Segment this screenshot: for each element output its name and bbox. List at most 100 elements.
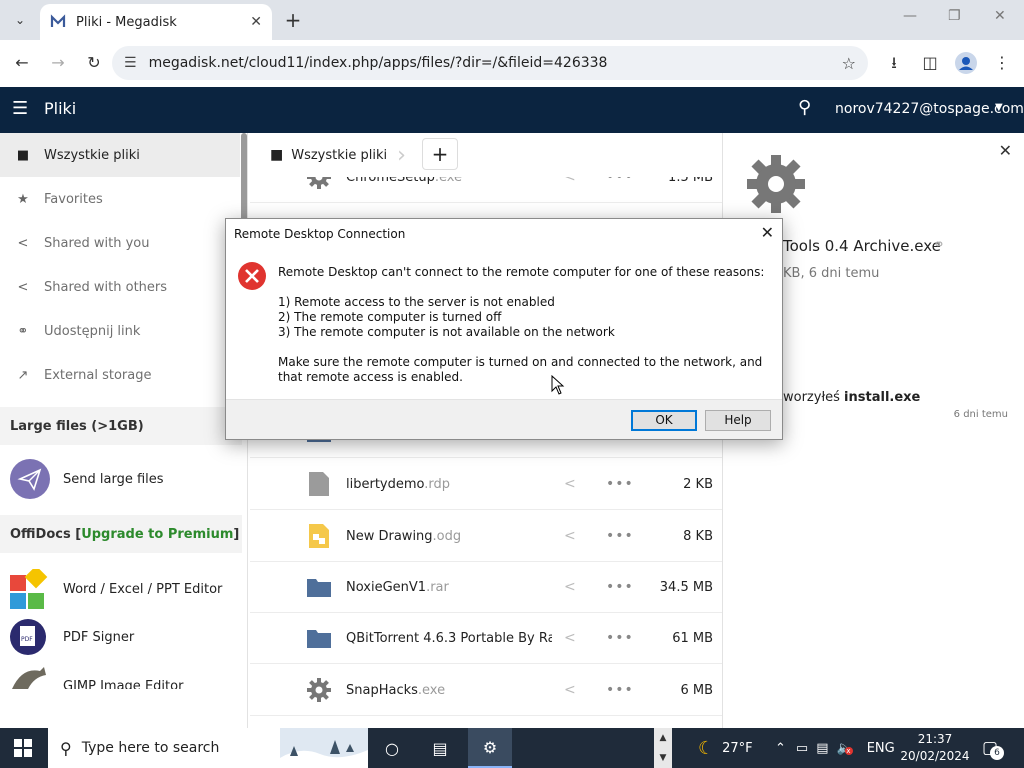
browser-menu-icon[interactable]: ⋮ [990,51,1014,75]
share-icon[interactable]: < [564,682,576,698]
upgrade-premium-link[interactable]: Upgrade to Premium [81,527,233,542]
network-icon[interactable]: ▤ [816,741,828,756]
notification-center[interactable]: ▢ 6 [982,728,1004,768]
site-info-icon[interactable]: ☰ [124,55,137,71]
dialog-intro: Remote Desktop can't connect to the remo… [278,265,765,279]
sidebar-item-label: Favorites [44,191,103,207]
share-icon[interactable]: < [564,630,576,646]
tab-close-icon[interactable]: ✕ [250,14,262,30]
window-close-icon[interactable]: ✕ [994,8,1006,32]
language-indicator[interactable]: ENG [867,741,895,756]
dialog-reasons: 1) Remote access to the server is not en… [278,295,774,340]
table-row[interactable]: libertydemo.rdp < ••• 2 KB [250,459,722,510]
meet-now-icon[interactable]: ▭ [796,741,808,756]
user-caret-icon[interactable]: ▼ [995,102,1003,113]
table-row[interactable]: New Drawing.odg < ••• 8 KB [250,511,722,562]
details-file-name: Tools 0.4 Archive.exe [783,237,941,255]
table-row[interactable]: SnapHacks.exe < ••• 6 MB [250,665,722,716]
large-files-header: Large files (>1GB) [0,407,242,445]
search-icon: ⚲ [60,738,72,758]
tab-title: Pliki - Megadisk [76,14,177,30]
new-tab-button[interactable]: + [282,8,304,32]
sidebar-item-label: Shared with you [44,235,150,251]
hamburger-menu-icon[interactable]: ☰ [12,98,28,119]
sidebar-item-external-storage[interactable]: ↗ External storage [0,353,240,397]
download-icon[interactable]: ⭳ [882,51,906,75]
side-panel-icon[interactable]: ◫ [918,51,942,75]
sidebar-item-all-files[interactable]: ■ Wszystkie pliki [0,133,240,177]
restore-icon[interactable]: ❐ [948,8,961,32]
offidocs-header: OffiDocs [Upgrade to Premium] [0,515,242,553]
sidebar-item-favorites[interactable]: ★ Favorites [0,177,240,221]
reason-3: 3) The remote computer is not available … [278,325,615,339]
browser-tab[interactable]: Pliki - Megadisk ✕ [40,4,272,40]
archive-file-icon [307,579,331,597]
help-button[interactable]: Help [705,410,771,431]
more-actions-icon[interactable]: ••• [606,476,634,492]
dialog-close-icon[interactable]: ✕ [761,223,774,242]
close-details-icon[interactable]: ✕ [999,141,1012,160]
table-row[interactable]: NoxieGenV1.rar < ••• 34.5 MB [250,562,722,613]
weather-widget[interactable]: ☾ 27°F [698,728,753,768]
profile-avatar-icon[interactable] [954,51,978,75]
file-size: 8 KB [683,528,713,544]
tab-search-dropdown-icon[interactable]: ⌄ [8,8,32,32]
browser-tab-bar: ⌄ Pliki - Megadisk ✕ + — ❐ ✕ [0,0,1024,40]
more-actions-icon[interactable]: ••• [606,682,634,698]
sidebar-item-label: Wszystkie pliki [44,147,140,163]
file-name[interactable]: QBitTorrent 4.6.3 Portable By Rand [346,631,552,646]
taskbar-search-placeholder: Type here to search [81,740,220,756]
clock[interactable]: 21:37 20/02/2024 [900,731,970,765]
sidebar-item-share-link[interactable]: ⚭ Udostępnij link [0,309,240,353]
cortana-icon[interactable]: ○ [370,728,414,768]
search-icon[interactable]: ⚲ [798,97,811,118]
bookmark-star-icon[interactable]: ☆ [842,54,856,73]
taskbar-search-box[interactable]: ⚲ Type here to search [48,728,368,768]
file-size: 61 MB [672,630,713,646]
breadcrumb-chevron-icon: › [397,142,406,168]
share-icon[interactable]: < [564,528,576,544]
ok-button[interactable]: OK [631,410,697,431]
more-actions-icon[interactable]: ••• [606,528,634,544]
sidebar-item-shared-with-you[interactable]: < Shared with you [0,221,240,265]
file-name[interactable]: New Drawing.odg [346,529,552,544]
reload-icon[interactable]: ↻ [82,51,106,75]
link-icon[interactable]: ⚭ [933,237,945,253]
sidebar-item-label: External storage [44,367,152,383]
more-actions-icon[interactable]: ••• [606,579,634,595]
volume-muted-icon[interactable]: 🔈x [837,741,853,756]
file-name[interactable]: libertydemo.rdp [346,477,552,492]
dialog-footer: OK Help [226,399,782,439]
task-view-icon[interactable]: ▤ [418,728,462,768]
minimize-icon[interactable]: — [903,8,917,32]
gimp-editor-item[interactable]: GIMP Image Editor [10,665,240,689]
back-icon[interactable]: ← [10,51,34,75]
more-actions-icon[interactable]: ••• [606,630,634,646]
share-icon[interactable]: < [564,476,576,492]
pdf-signer-item[interactable]: PDF PDF Signer [10,617,240,657]
share-icon[interactable]: < [564,579,576,595]
show-hidden-icons-icon[interactable]: ⌃ [775,741,786,756]
forward-icon[interactable]: → [46,51,70,75]
drawing-file-icon [309,524,329,548]
address-bar[interactable]: ☰ megadisk.net/cloud11/index.php/apps/fi… [112,46,868,80]
sidebar-item-shared-with-others[interactable]: < Shared with others [0,265,240,309]
folder-icon: ■ [270,147,284,163]
file-name[interactable]: NoxieGenV1.rar [346,580,552,595]
send-large-files-item[interactable]: Send large files [10,459,240,499]
settings-gear-icon[interactable]: ⚙ [468,728,512,768]
system-tray-icons: ⌃ ▭ ▤ 🔈x ENG [775,728,895,768]
notification-icon: ▢ 6 [982,738,1004,760]
link-icon: ⚭ [17,323,29,339]
offidocs-suffix: ] [233,526,240,542]
office-editor-item[interactable]: Word / Excel / PPT Editor [10,569,240,609]
new-file-button[interactable]: + [422,138,458,170]
taskbar-scroll-arrows[interactable]: ▲ ▼ [654,728,672,768]
file-name[interactable]: SnapHacks.exe [346,683,552,698]
breadcrumb-all-files[interactable]: Wszystkie pliki [291,148,387,163]
share-icon: < [17,279,29,295]
table-row[interactable]: QBitTorrent 4.6.3 Portable By Rand < •••… [250,613,722,664]
document-file-icon [309,472,329,496]
windows-start-icon[interactable] [14,739,32,757]
gear-icon [747,155,805,213]
